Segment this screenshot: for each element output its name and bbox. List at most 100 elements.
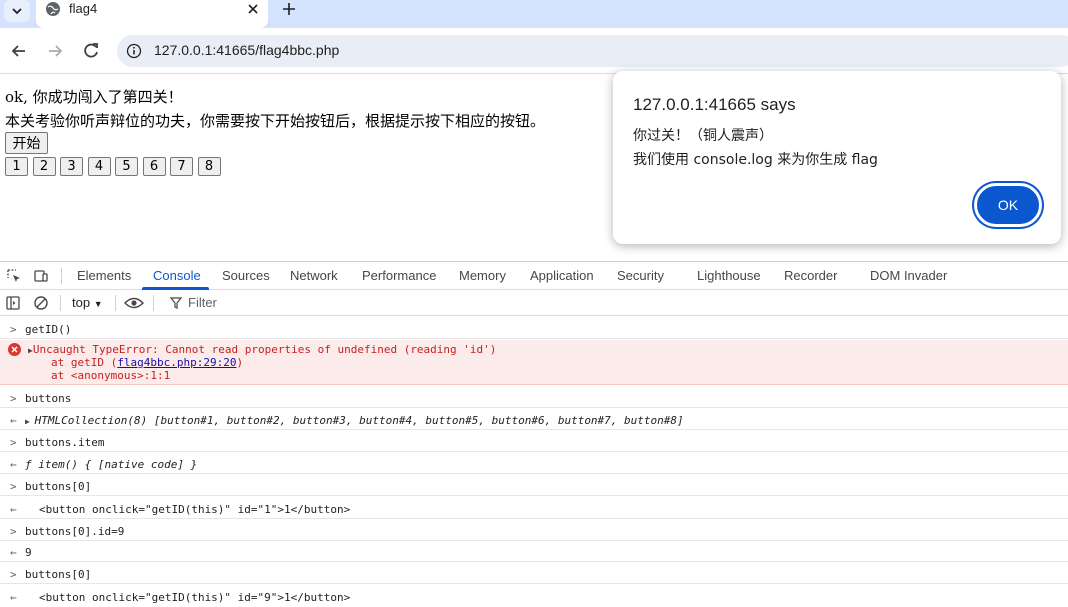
console-output-row: ← ƒ item() { [native code] } (0, 453, 1068, 474)
device-toolbar-icon[interactable] (33, 268, 49, 284)
welcome-text: ok, 你成功闯入了第四关！ (5, 88, 183, 106)
console-error-row[interactable]: ▶Uncaught TypeError: Cannot read propert… (0, 340, 1068, 385)
console-input: buttons[0] (25, 568, 92, 581)
address-bar[interactable]: 127.0.0.1:41665/flag4bbc.php (117, 35, 1068, 67)
alert-dialog: 127.0.0.1:41665 says 你过关！（铜人震声） 我们使用 con… (613, 71, 1061, 244)
error-icon (8, 343, 21, 356)
dialog-title: 127.0.0.1:41665 says (633, 95, 796, 114)
console-output: ƒ item() { [native code] } (25, 458, 198, 471)
url-text: 127.0.0.1:41665/flag4bbc.php (154, 42, 340, 58)
tab-recorder[interactable]: Recorder (784, 268, 837, 283)
input-chevron-icon: > (10, 480, 17, 493)
number-button[interactable]: 4 (87, 157, 111, 176)
console-input-row: > getID() (0, 317, 1068, 339)
number-button[interactable]: 6 (142, 157, 166, 176)
console-output-row[interactable]: ← ▶ HTMLCollection(8) [button#1, button#… (0, 409, 1068, 430)
stack-frame: at <anonymous>:1:1 (51, 369, 171, 382)
separator (153, 295, 154, 311)
number-button[interactable]: 8 (197, 157, 221, 176)
sidebar-toggle-icon[interactable] (5, 295, 21, 311)
console-output-row[interactable]: ← <button onclick="getID(this)" id="9">1… (0, 585, 1068, 607)
context-value: top (72, 295, 91, 310)
tab-strip: flag4 (0, 0, 1068, 28)
number-button[interactable]: 2 (32, 157, 56, 176)
input-chevron-icon: > (10, 568, 17, 581)
tab-lighthouse[interactable]: Lighthouse (697, 268, 761, 283)
number-button[interactable]: 3 (60, 157, 83, 176)
console-log: > getID() ▶Uncaught TypeError: Cannot re… (0, 317, 1068, 607)
tab-title: flag4 (69, 1, 98, 16)
separator (61, 268, 62, 284)
tab-security[interactable]: Security (617, 268, 664, 283)
browser-toolbar: 127.0.0.1:41665/flag4bbc.php (0, 28, 1068, 74)
back-arrow-icon[interactable] (9, 41, 29, 61)
caret-down-icon: ▼ (93, 299, 103, 309)
dialog-message-line2: 我们使用 console.log 来为你生成 flag (633, 152, 878, 168)
console-output: 9 (25, 546, 32, 559)
console-output: ▶ HTMLCollection(8) [button#1, button#2,… (25, 414, 684, 427)
console-toolbar: top ▼ Filter (0, 290, 1068, 316)
filter-placeholder: Filter (188, 295, 217, 310)
console-input: buttons.item (25, 436, 105, 449)
tab-console[interactable]: Console (153, 268, 201, 283)
console-input-row: > buttons.item (0, 431, 1068, 452)
console-output-row: ← 9 (0, 542, 1068, 562)
number-button[interactable]: 5 (115, 157, 138, 176)
input-chevron-icon: > (10, 436, 17, 449)
reload-icon[interactable] (81, 41, 101, 61)
separator (115, 295, 116, 311)
number-button[interactable]: 7 (170, 157, 193, 176)
clear-console-icon[interactable] (33, 295, 49, 311)
tab-memory[interactable]: Memory (459, 268, 506, 283)
output-arrow-icon: ← (10, 458, 17, 471)
close-icon[interactable] (245, 1, 261, 17)
output-arrow-icon: ← (10, 503, 17, 516)
inspect-element-icon[interactable] (6, 268, 22, 284)
forward-arrow-icon[interactable] (45, 41, 65, 61)
stack-frame: at getID (flag4bbc.php:29:20) (51, 356, 244, 369)
console-input-row: > buttons[0] (0, 475, 1068, 496)
input-chevron-icon: > (10, 392, 17, 405)
separator (60, 295, 61, 311)
eye-icon[interactable] (124, 295, 144, 311)
expand-triangle-icon[interactable]: ▶ (25, 417, 35, 426)
error-message: ▶Uncaught TypeError: Cannot read propert… (28, 343, 497, 356)
number-button-row: 1 2 3 4 5 6 7 8 (5, 157, 225, 176)
filter-icon (170, 297, 182, 309)
console-output-row[interactable]: ← <button onclick="getID(this)" id="1">1… (0, 497, 1068, 519)
new-tab-icon[interactable] (279, 0, 299, 18)
output-arrow-icon: ← (10, 546, 17, 559)
tab-dom-invader[interactable]: DOM Invader (870, 268, 947, 283)
dialog-message-line1: 你过关！（铜人震声） (633, 128, 773, 144)
input-chevron-icon: > (10, 525, 17, 538)
tab-sources[interactable]: Sources (222, 268, 270, 283)
tab-performance[interactable]: Performance (362, 268, 436, 283)
output-arrow-icon: ← (10, 591, 17, 604)
devtools-panel: Elements Console Sources Network Perform… (0, 261, 1068, 607)
tab-search-button[interactable] (4, 0, 30, 22)
context-select[interactable]: top ▼ (72, 295, 103, 310)
number-button[interactable]: 1 (5, 157, 28, 176)
console-output: <button onclick="getID(this)" id="9">1</… (39, 591, 351, 604)
console-input: buttons[0].id=9 (25, 525, 125, 538)
chevron-down-icon (12, 8, 22, 15)
console-input: getID() (25, 323, 72, 336)
input-chevron-icon: > (10, 323, 17, 336)
tab-application[interactable]: Application (530, 268, 594, 283)
console-input: buttons (25, 392, 72, 405)
start-button[interactable]: 开始 (5, 132, 48, 154)
tab-elements[interactable]: Elements (77, 268, 131, 283)
source-link[interactable]: flag4bbc.php:29:20 (117, 356, 236, 369)
console-input-row: > buttons[0].id=9 (0, 520, 1068, 541)
globe-icon (46, 2, 60, 16)
console-input: buttons[0] (25, 480, 92, 493)
output-arrow-icon: ← (10, 414, 17, 427)
console-input-row: > buttons (0, 386, 1068, 408)
site-info-icon[interactable] (126, 43, 142, 59)
instruction-text: 本关考验你听声辩位的功夫，你需要按下开始按钮后，根据提示按下相应的按钮。 (5, 112, 546, 130)
ok-button[interactable]: OK (974, 183, 1042, 227)
devtools-tab-bar: Elements Console Sources Network Perform… (0, 262, 1068, 290)
filter-input[interactable]: Filter (162, 294, 462, 312)
tab-network[interactable]: Network (290, 268, 338, 283)
tab-flag4[interactable]: flag4 (36, 0, 268, 28)
